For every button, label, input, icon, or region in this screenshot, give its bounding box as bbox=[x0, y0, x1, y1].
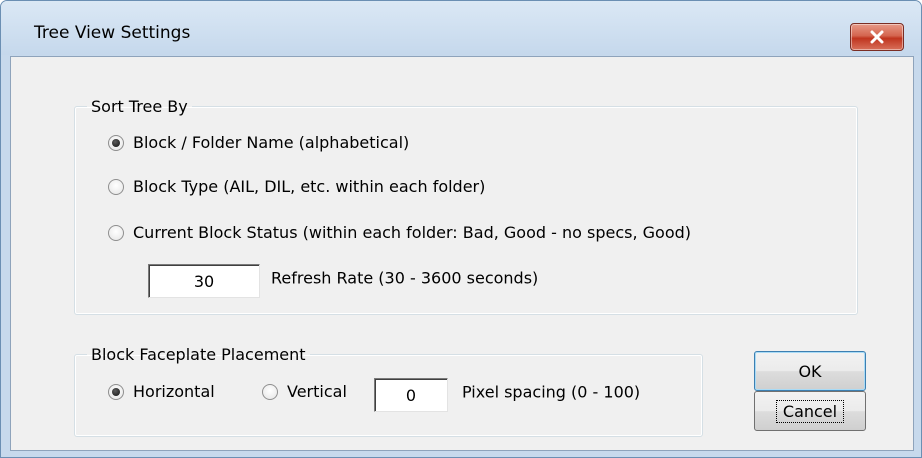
close-button[interactable] bbox=[850, 23, 904, 51]
faceplate-placement-legend: Block Faceplate Placement bbox=[91, 345, 306, 364]
faceplate-vertical-label: Vertical bbox=[287, 382, 347, 401]
sort-option-type[interactable]: Block Type (AIL, DIL, etc. within each f… bbox=[108, 177, 485, 196]
faceplate-horizontal[interactable]: Horizontal bbox=[108, 382, 215, 401]
sort-option-name[interactable]: Block / Folder Name (alphabetical) bbox=[108, 133, 409, 152]
sort-option-status[interactable]: Current Block Status (within each folder… bbox=[108, 223, 691, 242]
faceplate-vertical[interactable]: Vertical bbox=[262, 382, 347, 401]
sort-option-name-label: Block / Folder Name (alphabetical) bbox=[133, 133, 410, 152]
radio-button[interactable] bbox=[108, 224, 124, 241]
radio-button[interactable] bbox=[108, 178, 124, 195]
sort-tree-legend: Sort Tree By bbox=[91, 97, 188, 116]
dialog-client-area: Sort Tree By Block / Folder Name (alphab… bbox=[10, 56, 914, 451]
sort-option-type-label: Block Type (AIL, DIL, etc. within each f… bbox=[133, 177, 486, 196]
pixel-spacing-input[interactable]: 0 bbox=[374, 378, 448, 412]
radio-button[interactable] bbox=[262, 383, 278, 400]
cancel-button[interactable]: Cancel bbox=[754, 391, 866, 431]
pixel-spacing-label: Pixel spacing (0 - 100) bbox=[462, 382, 641, 402]
cancel-button-label: Cancel bbox=[775, 399, 845, 423]
radio-button[interactable] bbox=[108, 134, 124, 151]
window-title: Tree View Settings bbox=[34, 23, 191, 43]
dialog-window: Tree View Settings Sort Tree By Block / … bbox=[0, 0, 922, 458]
sort-option-status-label: Current Block Status (within each folder… bbox=[133, 223, 691, 242]
title-bar[interactable]: Tree View Settings bbox=[1, 1, 921, 55]
refresh-rate-input[interactable]: 30 bbox=[148, 264, 260, 298]
radio-button[interactable] bbox=[108, 383, 124, 400]
ok-button[interactable]: OK bbox=[754, 351, 866, 391]
faceplate-horizontal-label: Horizontal bbox=[133, 382, 215, 401]
close-icon bbox=[870, 30, 884, 44]
refresh-rate-label: Refresh Rate (30 - 3600 seconds) bbox=[271, 268, 539, 288]
